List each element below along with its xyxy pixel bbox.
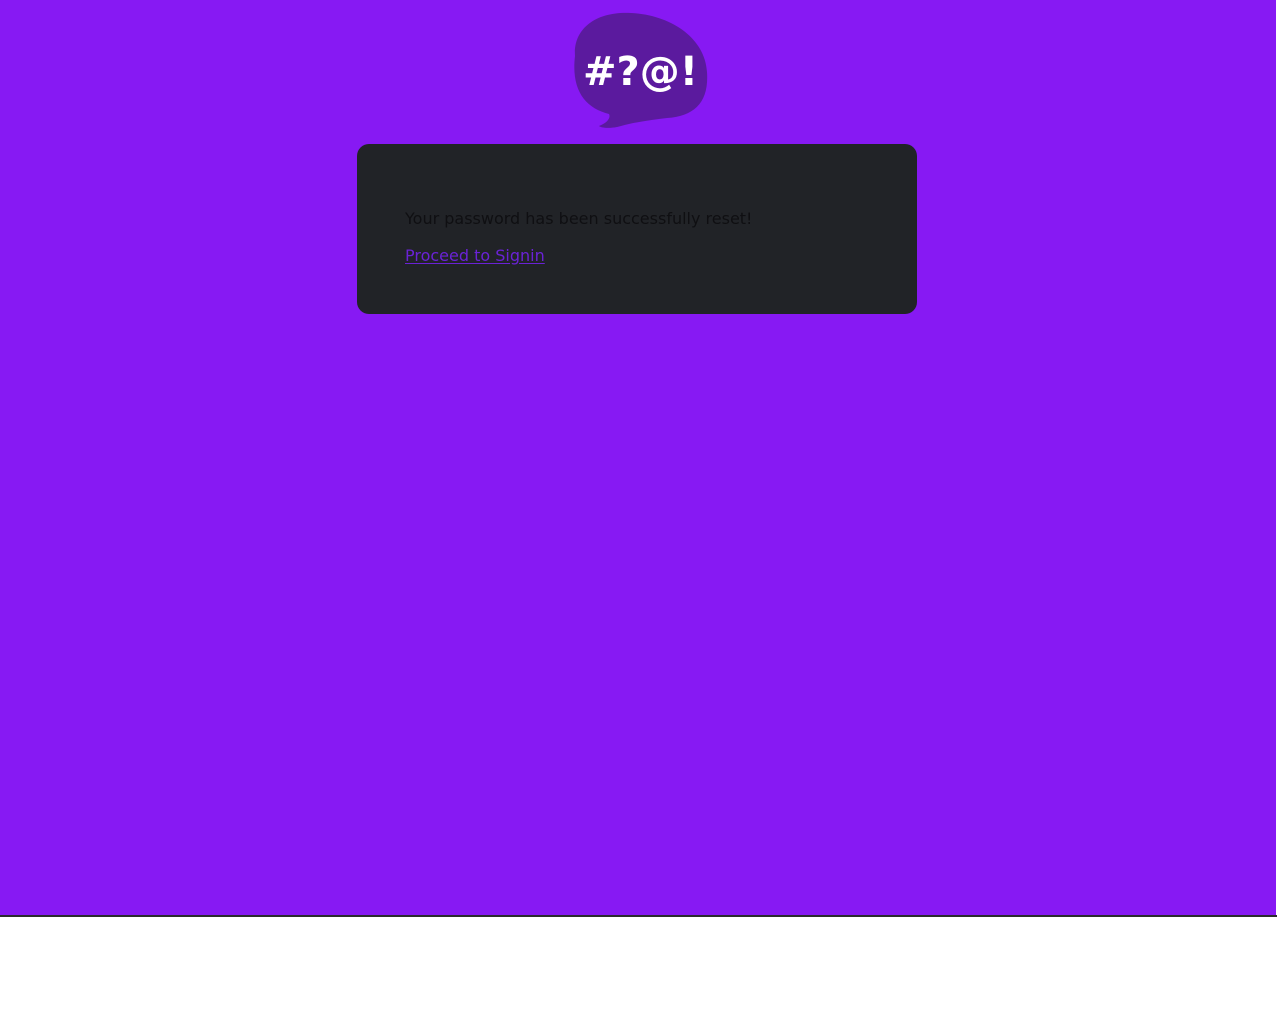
bottom-blank-area (0, 917, 1277, 1016)
proceed-to-signin-link[interactable]: Proceed to Signin (405, 245, 545, 267)
page: #?@! Your password has been successfully… (0, 0, 1277, 1016)
reset-confirmation-card: Your password has been successfully rese… (357, 144, 917, 314)
logo-text: #?@! (583, 49, 698, 95)
success-message: Your password has been successfully rese… (405, 209, 753, 228)
purple-background (0, 0, 1276, 915)
speech-bubble-logo-icon: #?@! (567, 10, 709, 130)
